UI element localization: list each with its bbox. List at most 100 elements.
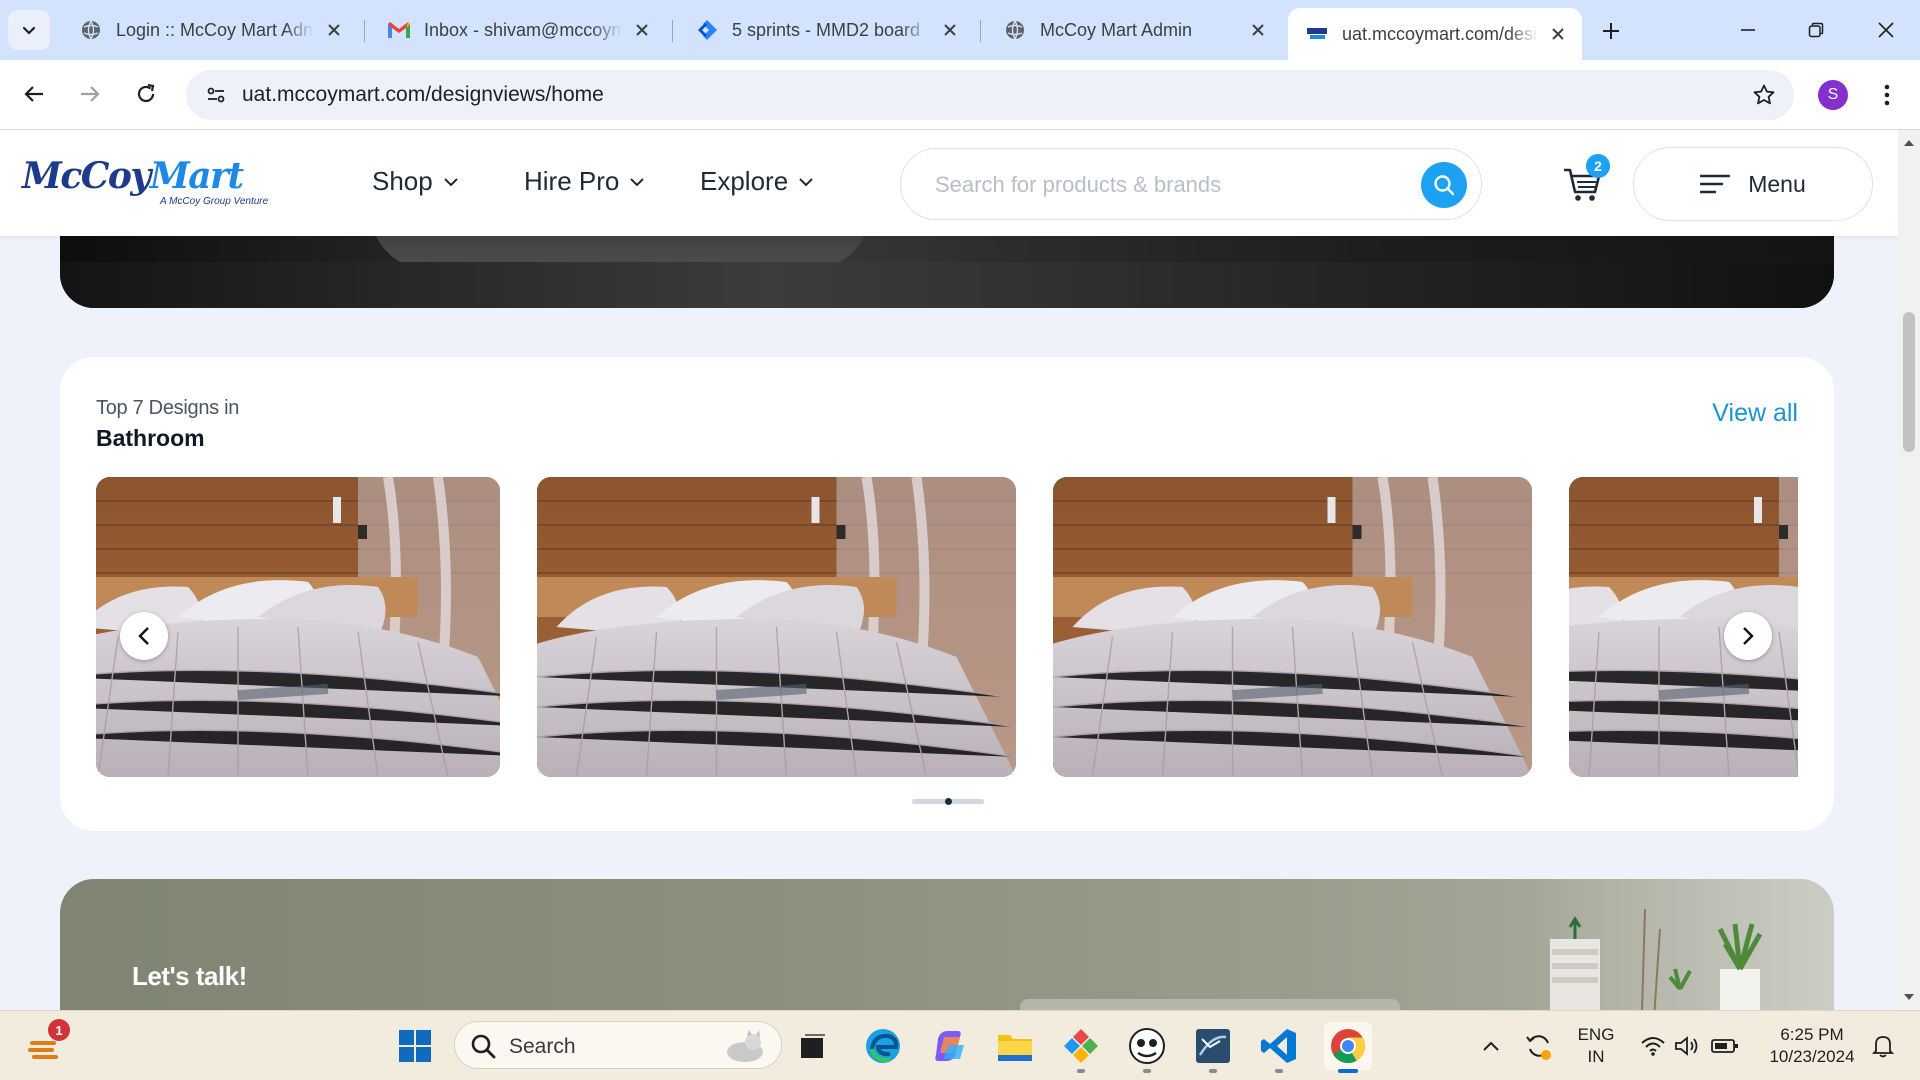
taskbar-search-label: Search xyxy=(509,1035,576,1058)
search-icon xyxy=(471,1034,496,1059)
shelf-decor-image xyxy=(1520,879,1834,1010)
minimize-icon xyxy=(1741,29,1755,31)
forward-button[interactable] xyxy=(70,74,110,114)
active-app-indicator xyxy=(1338,1069,1358,1073)
close-icon[interactable] xyxy=(1546,22,1570,46)
nav-shop[interactable]: Shop xyxy=(372,166,459,197)
scroll-down-arrow-icon[interactable] xyxy=(1904,994,1914,1000)
avatar-app-button[interactable] xyxy=(1126,1025,1168,1067)
reload-button[interactable] xyxy=(126,74,166,114)
task-view-button[interactable] xyxy=(792,1025,834,1067)
restore-button[interactable] xyxy=(1786,10,1846,50)
chevron-up-icon xyxy=(1483,1041,1499,1051)
section-title: Bathroom xyxy=(96,425,205,451)
browser-tab-3[interactable]: 5 sprints - MMD2 board xyxy=(678,8,974,52)
bell-icon xyxy=(1872,1036,1894,1058)
browser-tab-4[interactable]: McCoy Mart Admin xyxy=(986,8,1282,52)
jira-icon xyxy=(694,17,720,43)
close-icon[interactable] xyxy=(938,18,962,42)
more-options-icon[interactable] xyxy=(1872,80,1902,110)
nav-explore[interactable]: Explore xyxy=(700,166,814,197)
volume-tray-button[interactable] xyxy=(1666,1025,1708,1067)
browser-toolbar: uat.mccoymart.com/designviews/home S xyxy=(0,60,1920,130)
address-bar[interactable]: uat.mccoymart.com/designviews/home xyxy=(186,70,1794,120)
copilot-button[interactable] xyxy=(928,1025,970,1067)
tab-search-button[interactable] xyxy=(8,10,50,50)
browser-tab-1[interactable]: Login :: McCoy Mart Adm xyxy=(62,8,358,52)
url-text[interactable]: uat.mccoymart.com/designviews/home xyxy=(242,83,604,107)
nav-label: Hire Pro xyxy=(524,166,620,196)
top-designs-section: Top 7 Designs in Bathroom View all xyxy=(60,357,1834,831)
show-hidden-icons-button[interactable] xyxy=(1470,1025,1512,1067)
running-indicator xyxy=(1275,1069,1283,1073)
search-button[interactable] xyxy=(1421,162,1467,208)
new-tab-button[interactable] xyxy=(1594,14,1628,48)
tab-separator xyxy=(980,20,981,42)
search-input[interactable] xyxy=(935,167,1395,203)
close-window-button[interactable] xyxy=(1856,10,1916,50)
minimize-button[interactable] xyxy=(1718,10,1778,50)
chevron-left-icon xyxy=(138,627,149,645)
lets-talk-heading: Let's talk! xyxy=(132,961,247,991)
speaker-icon xyxy=(1675,1036,1698,1056)
plus-icon xyxy=(1603,23,1619,39)
tab-title: McCoy Mart Admin xyxy=(1040,19,1193,40)
scroll-up-arrow-icon[interactable] xyxy=(1904,140,1914,146)
clock[interactable]: 6:25 PM 10/23/2024 xyxy=(1752,1024,1872,1068)
notifications-button[interactable] xyxy=(1862,1025,1904,1067)
chevron-down-icon xyxy=(22,26,36,35)
task-view-icon xyxy=(801,1034,825,1058)
logo-brand-b: Mart xyxy=(149,155,244,197)
vscode-button[interactable] xyxy=(1258,1025,1300,1067)
search-icon xyxy=(1434,175,1455,196)
back-button[interactable] xyxy=(14,74,54,114)
design-card-2[interactable] xyxy=(537,477,1016,777)
diamond-app-icon xyxy=(1064,1029,1098,1063)
menu-button[interactable]: Menu xyxy=(1633,147,1873,221)
avatar-app-icon xyxy=(1129,1028,1165,1064)
mccoy-favicon-icon xyxy=(1304,21,1330,47)
taskbar-search[interactable]: Search xyxy=(454,1021,782,1069)
language-indicator[interactable]: ENG IN xyxy=(1572,1024,1620,1068)
file-explorer-button[interactable] xyxy=(994,1025,1036,1067)
tab-title: uat.mccoymart.com/desi xyxy=(1342,23,1538,44)
site-header: McCoyMart A McCoy Group Venture Shop Hir… xyxy=(0,130,1898,236)
mccoy-mart-logo[interactable]: McCoyMart A McCoy Group Venture xyxy=(22,156,278,212)
scrollbar-thumb[interactable] xyxy=(1903,312,1915,452)
battery-tray-button[interactable] xyxy=(1704,1025,1746,1067)
lets-talk-banner: Let's talk! xyxy=(60,879,1834,1010)
chrome-button[interactable] xyxy=(1324,1022,1372,1070)
close-icon[interactable] xyxy=(1246,18,1270,42)
carousel-next-button[interactable] xyxy=(1724,612,1772,660)
design-card-3[interactable] xyxy=(1053,477,1532,777)
notification-badge: 1 xyxy=(48,1019,70,1041)
arrow-right-icon xyxy=(81,86,100,102)
menu-label: Menu xyxy=(1748,170,1806,197)
site-search xyxy=(900,148,1482,220)
sync-icon xyxy=(1526,1035,1551,1060)
profile-avatar[interactable]: S xyxy=(1818,80,1848,110)
carousel-pagination[interactable] xyxy=(912,798,984,805)
nav-hire-pro[interactable]: Hire Pro xyxy=(524,166,645,197)
language-region: IN xyxy=(1587,1047,1605,1066)
carousel-prev-button[interactable] xyxy=(120,612,168,660)
cart-button[interactable]: 2 xyxy=(1562,154,1612,210)
network-tool-button[interactable] xyxy=(1192,1025,1234,1067)
edge-button[interactable] xyxy=(862,1025,904,1067)
bookmark-star-icon[interactable] xyxy=(1750,81,1778,109)
browser-tab-5-active[interactable]: uat.mccoymart.com/desi xyxy=(1288,8,1582,60)
hamburger-icon xyxy=(1700,174,1731,194)
view-all-link[interactable]: View all xyxy=(1712,399,1798,428)
sync-tray-button[interactable] xyxy=(1518,1025,1560,1067)
tab-title: Inbox - shivam@mccoym xyxy=(424,19,622,40)
network-tool-icon xyxy=(1196,1029,1230,1063)
widgets-button[interactable]: 1 xyxy=(24,1019,70,1067)
app-diamond-button[interactable] xyxy=(1060,1025,1102,1067)
close-icon[interactable] xyxy=(322,18,346,42)
site-info-icon[interactable] xyxy=(200,79,232,111)
logo-brand-a: McCoy xyxy=(22,155,151,197)
page-scrollbar[interactable] xyxy=(1898,130,1920,1010)
start-button[interactable] xyxy=(394,1025,436,1067)
close-icon[interactable] xyxy=(630,18,654,42)
browser-tab-2[interactable]: Inbox - shivam@mccoym xyxy=(370,8,666,52)
